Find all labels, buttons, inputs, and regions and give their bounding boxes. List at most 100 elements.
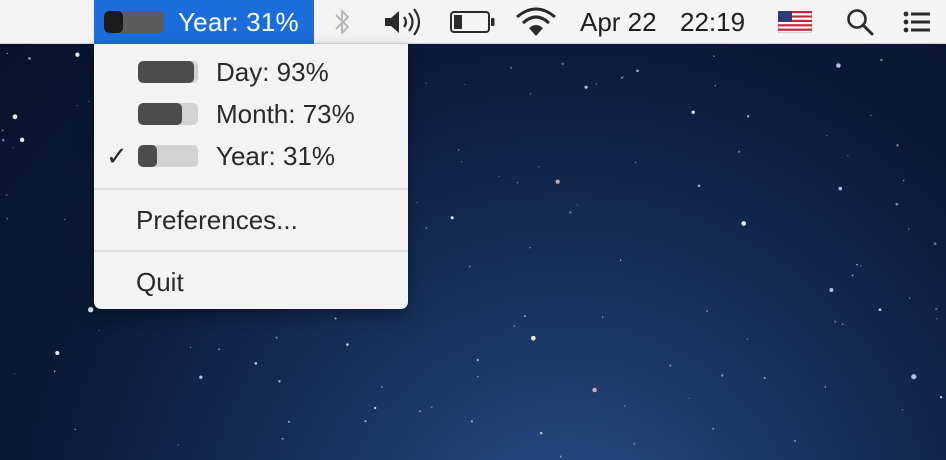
star bbox=[902, 179, 905, 182]
star bbox=[457, 148, 460, 151]
star bbox=[559, 455, 562, 458]
year-progress-title: Year: 31% bbox=[178, 6, 299, 37]
battery-icon[interactable] bbox=[449, 0, 497, 44]
star bbox=[464, 84, 466, 85]
star bbox=[346, 343, 349, 346]
star bbox=[592, 387, 597, 393]
star bbox=[190, 346, 192, 348]
star bbox=[28, 57, 31, 60]
star bbox=[826, 135, 828, 137]
star bbox=[712, 427, 715, 430]
checkmark-icon: ✓ bbox=[106, 140, 128, 171]
star bbox=[741, 221, 747, 226]
star bbox=[561, 62, 565, 66]
day-progress-bar bbox=[138, 61, 198, 83]
star bbox=[19, 137, 25, 142]
menu-item-day[interactable]: Day: 93% bbox=[94, 52, 408, 92]
star bbox=[53, 370, 56, 373]
year-progress-menu-item[interactable]: Year: 31% bbox=[94, 0, 314, 44]
star bbox=[746, 338, 749, 340]
star bbox=[74, 428, 77, 431]
star bbox=[878, 308, 882, 312]
star bbox=[901, 408, 904, 411]
menu-item-month[interactable]: Month: 73% bbox=[94, 94, 408, 134]
star bbox=[450, 216, 454, 220]
star bbox=[623, 405, 626, 407]
star bbox=[601, 316, 604, 318]
star bbox=[278, 380, 281, 383]
menu-item-year[interactable]: ✓ Year: 31% bbox=[94, 136, 408, 176]
star bbox=[76, 104, 78, 107]
star bbox=[6, 217, 9, 220]
spotlight-search-icon[interactable] bbox=[845, 0, 875, 44]
star bbox=[470, 420, 474, 423]
star bbox=[529, 93, 532, 95]
star bbox=[218, 348, 221, 351]
star bbox=[746, 115, 750, 118]
star bbox=[98, 329, 100, 332]
star bbox=[697, 184, 701, 188]
star bbox=[721, 374, 724, 377]
star bbox=[688, 397, 690, 399]
menu-separator bbox=[94, 188, 408, 190]
star bbox=[364, 419, 367, 423]
star bbox=[460, 161, 463, 163]
star bbox=[841, 323, 844, 326]
star bbox=[834, 320, 837, 323]
star bbox=[829, 288, 834, 292]
star bbox=[64, 218, 66, 221]
star bbox=[12, 146, 14, 149]
notification-center-icon[interactable] bbox=[903, 0, 931, 44]
us-flag-icon[interactable] bbox=[778, 0, 812, 44]
progress-dropdown-menu: Day: 93% Month: 73% ✓ Year: 31% Preferen… bbox=[94, 44, 408, 309]
volume-icon[interactable] bbox=[383, 0, 427, 44]
star bbox=[1, 129, 4, 132]
menu-item-label: Day: 93% bbox=[216, 56, 329, 87]
star bbox=[714, 84, 717, 87]
star bbox=[516, 182, 519, 184]
star bbox=[281, 437, 284, 440]
star bbox=[55, 350, 60, 356]
star bbox=[911, 374, 917, 380]
star bbox=[13, 373, 15, 375]
menu-item-preferences[interactable]: Preferences... bbox=[94, 200, 408, 240]
star bbox=[555, 179, 560, 184]
star bbox=[275, 336, 278, 339]
star bbox=[620, 76, 623, 79]
star bbox=[895, 202, 899, 206]
star bbox=[374, 406, 377, 410]
star bbox=[908, 297, 911, 300]
star bbox=[634, 161, 637, 163]
star bbox=[584, 85, 588, 89]
menu-bar: Year: 31% Apr 22 22:19 bbox=[0, 0, 946, 44]
wifi-icon[interactable] bbox=[514, 0, 558, 44]
menu-item-quit[interactable]: Quit bbox=[94, 262, 408, 302]
star bbox=[794, 440, 796, 442]
star bbox=[539, 431, 543, 435]
star bbox=[538, 166, 540, 168]
star bbox=[425, 82, 427, 84]
star bbox=[824, 386, 827, 388]
bluetooth-icon[interactable] bbox=[330, 0, 354, 44]
star bbox=[524, 315, 526, 317]
star bbox=[380, 386, 383, 388]
star bbox=[870, 114, 872, 117]
star bbox=[935, 307, 938, 311]
star bbox=[836, 63, 841, 68]
star bbox=[88, 100, 90, 102]
star bbox=[669, 364, 672, 367]
star bbox=[199, 375, 203, 379]
star bbox=[6, 52, 8, 55]
menubar-clock[interactable]: 22:19 bbox=[680, 0, 745, 44]
star bbox=[418, 410, 422, 413]
menu-item-label: Year: 31% bbox=[216, 140, 336, 171]
star bbox=[939, 396, 943, 399]
star bbox=[838, 186, 843, 191]
star bbox=[88, 307, 94, 313]
star bbox=[498, 175, 500, 177]
menubar-date[interactable]: Apr 22 bbox=[580, 0, 657, 44]
star bbox=[847, 154, 849, 157]
star bbox=[5, 193, 8, 197]
star bbox=[896, 144, 899, 147]
star bbox=[476, 358, 479, 362]
